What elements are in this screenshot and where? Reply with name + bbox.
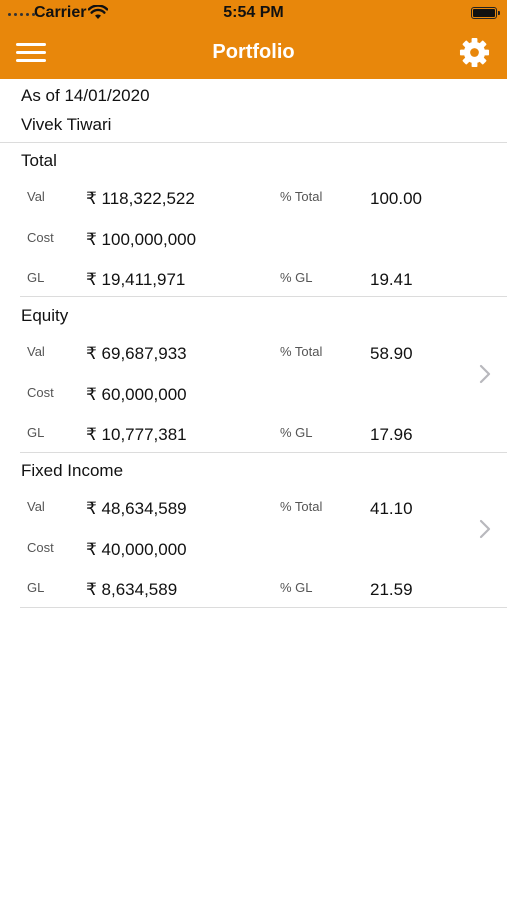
gl-value: ₹ 8,634,589 xyxy=(86,580,178,599)
nav-bar: Portfolio xyxy=(0,26,507,79)
gl-value: ₹ 19,411,971 xyxy=(86,270,186,289)
val-label: Val xyxy=(27,189,45,204)
section-title: Fixed Income xyxy=(21,461,124,480)
gl-label: GL xyxy=(27,580,45,595)
page-title: Portfolio xyxy=(212,41,295,63)
pct-total-label: % Total xyxy=(280,344,323,359)
val-label: Val xyxy=(27,344,45,359)
portfolio-section-total: Total Val ₹ 118,322,522 % Total 100.00 C… xyxy=(0,143,507,298)
section-title: Equity xyxy=(21,306,69,325)
portfolio-section-equity[interactable]: Equity Val ₹ 69,687,933 % Total 58.90 Co… xyxy=(0,298,507,453)
cost-value: ₹ 40,000,000 xyxy=(86,540,187,559)
pct-total-label: % Total xyxy=(280,499,323,514)
pct-total-value: 58.90 xyxy=(370,344,413,363)
gear-icon[interactable] xyxy=(459,37,490,68)
section-title: Total xyxy=(21,151,57,170)
pct-gl-value: 17.96 xyxy=(370,425,413,444)
gl-label: GL xyxy=(27,270,45,285)
cost-label: Cost xyxy=(27,230,54,245)
status-time: 5:54 PM xyxy=(223,4,284,21)
status-bar: Carrier 5:54 PM xyxy=(0,0,507,26)
cost-value: ₹ 60,000,000 xyxy=(86,385,187,404)
val-value: ₹ 69,687,933 xyxy=(86,344,187,363)
chevron-right-icon[interactable] xyxy=(479,519,491,539)
as-of-date: As of 14/01/2020 xyxy=(21,86,150,105)
pct-gl-label: % GL xyxy=(280,425,313,440)
divider xyxy=(20,607,507,608)
cost-label: Cost xyxy=(27,385,54,400)
gl-value: ₹ 10,777,381 xyxy=(86,425,187,444)
portfolio-section-fixed-income[interactable]: Fixed Income Val ₹ 48,634,589 % Total 41… xyxy=(0,453,507,608)
user-name: Vivek Tiwari xyxy=(21,115,112,134)
pct-total-value: 41.10 xyxy=(370,499,413,518)
battery-icon xyxy=(471,7,500,19)
pct-gl-value: 21.59 xyxy=(370,580,413,599)
cost-value: ₹ 100,000,000 xyxy=(86,230,197,249)
val-label: Val xyxy=(27,499,45,514)
pct-total-label: % Total xyxy=(280,189,323,204)
pct-gl-label: % GL xyxy=(280,580,313,595)
pct-gl-value: 19.41 xyxy=(370,270,413,289)
chevron-right-icon[interactable] xyxy=(479,364,491,384)
pct-total-value: 100.00 xyxy=(370,189,422,208)
gl-label: GL xyxy=(27,425,45,440)
val-value: ₹ 118,322,522 xyxy=(86,189,195,208)
val-value: ₹ 48,634,589 xyxy=(86,499,187,518)
divider xyxy=(20,296,507,297)
cost-label: Cost xyxy=(27,540,54,555)
pct-gl-label: % GL xyxy=(280,270,313,285)
